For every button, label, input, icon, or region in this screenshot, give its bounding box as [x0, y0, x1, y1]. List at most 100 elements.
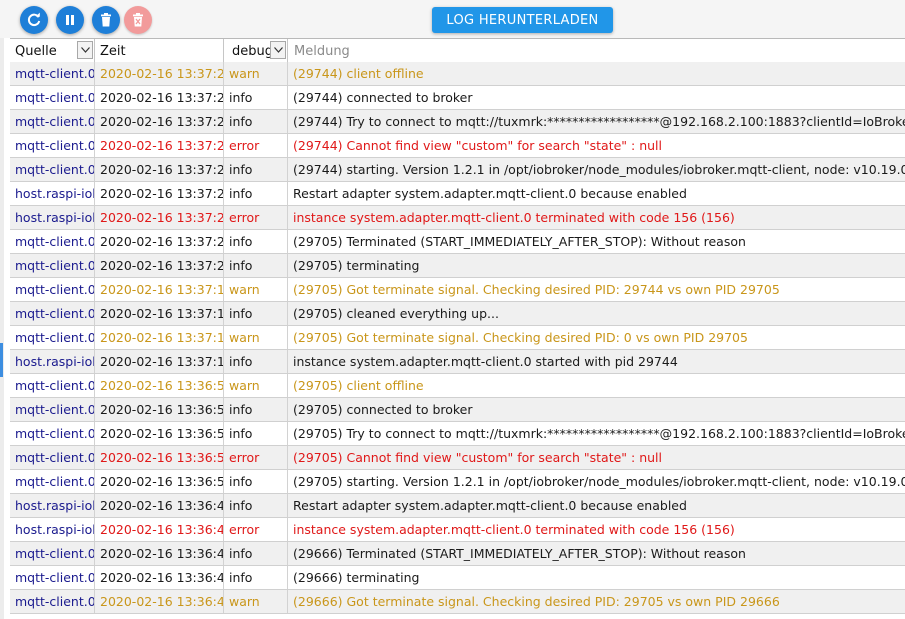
download-log-button[interactable]: LOG HERUNTERLADEN [432, 7, 613, 33]
log-toolbar: LOG HERUNTERLADEN [0, 0, 905, 38]
log-time-cell: 2020-02-16 13:37:20.0 [95, 254, 224, 277]
log-severity-cell: warn [224, 326, 288, 349]
log-message-cell: (29705) starting. Version 1.2.1 in /opt/… [293, 474, 905, 489]
log-row[interactable]: mqtt-client.02020-02-16 13:36:49.0warn (2… [10, 590, 905, 614]
left-scroll-marker[interactable] [0, 343, 3, 377]
log-row[interactable]: mqtt-client.02020-02-16 13:37:19.8info (2… [10, 302, 905, 326]
log-time-cell: 2020-02-16 13:37:23.5 [95, 62, 224, 85]
log-source-cell: mqtt-client.0 [10, 110, 95, 133]
log-message-cell: (29705) Try to connect to mqtt://tuxmrk:… [293, 426, 905, 441]
table-header: Quelle Zeit debug Meldung [10, 38, 905, 64]
log-time-cell: 2020-02-16 13:36:51.5 [95, 470, 224, 493]
log-source-cell: mqtt-client.0 [10, 398, 95, 421]
log-severity-cell: info [224, 254, 288, 277]
log-row[interactable]: mqtt-client.02020-02-16 13:36:49.2info (2… [10, 566, 905, 590]
log-time-cell: 2020-02-16 13:37:20.0 [95, 230, 224, 253]
message-filter-placeholder: Meldung [294, 43, 350, 59]
log-source-cell: mqtt-client.0 [10, 422, 95, 445]
log-source-cell: mqtt-client.0 [10, 470, 95, 493]
log-message-cell: (29744) connected to broker [293, 90, 473, 105]
time-column-label: Zeit [100, 43, 126, 59]
log-time-cell: 2020-02-16 13:37:19.8 [95, 326, 224, 349]
log-time-cell: 2020-02-16 13:37:22.5 [95, 86, 224, 109]
log-source-cell: host.raspi-iob [10, 182, 95, 205]
log-message-cell: (29744) client offline [293, 66, 424, 81]
pause-button[interactable] [56, 6, 84, 34]
log-row[interactable]: mqtt-client.02020-02-16 13:37:22.5info (2… [10, 86, 905, 110]
log-time-cell: 2020-02-16 13:36:51.8 [95, 398, 224, 421]
log-message-cell: (29705) Cannot find view "custom" for se… [293, 450, 662, 465]
delete-button[interactable] [92, 6, 120, 34]
log-row[interactable]: mqtt-client.02020-02-16 13:37:23.5warn (2… [10, 62, 905, 86]
log-row[interactable]: mqtt-client.02020-02-16 13:37:19.8warn (2… [10, 278, 905, 302]
pause-icon [66, 15, 74, 25]
log-row[interactable]: mqtt-client.02020-02-16 13:36:49.2info (2… [10, 542, 905, 566]
log-time-cell: 2020-02-16 13:36:51.6 [95, 446, 224, 469]
log-time-cell: 2020-02-16 13:36:49.0 [95, 590, 224, 613]
log-source-cell: mqtt-client.0 [10, 374, 95, 397]
log-severity-cell: warn [224, 374, 288, 397]
log-message-cell: Restart adapter system.adapter.mqtt-clie… [293, 498, 687, 513]
log-severity-cell: info [224, 182, 288, 205]
log-row[interactable]: host.raspi-iob2020-02-16 13:36:49.7error… [10, 518, 905, 542]
log-row[interactable]: host.raspi-iob2020-02-16 13:37:19.8infoi… [10, 350, 905, 374]
log-row[interactable]: host.raspi-iob2020-02-16 13:37:20.5error… [10, 206, 905, 230]
log-time-cell: 2020-02-16 13:36:49.7 [95, 494, 224, 517]
log-severity-cell: warn [224, 590, 288, 613]
log-message-cell: (29705) Got terminate signal. Checking d… [293, 282, 780, 297]
log-message-cell: (29705) terminating [293, 258, 420, 273]
log-source-cell: mqtt-client.0 [10, 230, 95, 253]
chevron-down-icon[interactable] [77, 41, 93, 59]
log-row[interactable]: mqtt-client.02020-02-16 13:37:22.3info (2… [10, 158, 905, 182]
log-time-cell: 2020-02-16 13:37:19.8 [95, 278, 224, 301]
log-row[interactable]: mqtt-client.02020-02-16 13:37:22.4info (2… [10, 110, 905, 134]
log-row[interactable]: mqtt-client.02020-02-16 13:36:51.5info (2… [10, 470, 905, 494]
log-severity-cell: info [224, 350, 288, 373]
message-filter-input[interactable]: Meldung [288, 39, 905, 63]
log-message-cell: instance system.adapter.mqtt-client.0 te… [293, 522, 735, 537]
log-row[interactable]: mqtt-client.02020-02-16 13:37:20.0info (2… [10, 254, 905, 278]
log-message-cell: (29705) client offline [293, 378, 424, 393]
log-source-cell: mqtt-client.0 [10, 86, 95, 109]
log-source-cell: mqtt-client.0 [10, 590, 95, 613]
delete-log-button[interactable] [124, 6, 152, 34]
log-source-cell: mqtt-client.0 [10, 326, 95, 349]
log-row[interactable]: mqtt-client.02020-02-16 13:36:52.8warn (2… [10, 374, 905, 398]
log-severity-cell: info [224, 302, 288, 325]
log-severity-cell: info [224, 494, 288, 517]
trash-icon [101, 13, 111, 27]
log-source-cell: mqtt-client.0 [10, 542, 95, 565]
log-source-cell: mqtt-client.0 [10, 62, 95, 85]
log-time-cell: 2020-02-16 13:36:49.2 [95, 542, 224, 565]
log-row[interactable]: host.raspi-iob2020-02-16 13:36:49.7info R… [10, 494, 905, 518]
log-row[interactable]: mqtt-client.02020-02-16 13:36:51.6error (… [10, 446, 905, 470]
log-source-cell: mqtt-client.0 [10, 302, 95, 325]
log-row[interactable]: mqtt-client.02020-02-16 13:37:22.4error (… [10, 134, 905, 158]
log-message-cell: (29705) cleaned everything up... [293, 306, 499, 321]
log-severity-cell: info [224, 542, 288, 565]
log-source-cell: mqtt-client.0 [10, 254, 95, 277]
log-source-cell: host.raspi-iob [10, 206, 95, 229]
log-message-cell: Restart adapter system.adapter.mqtt-clie… [293, 186, 687, 201]
log-source-cell: host.raspi-iob [10, 518, 95, 541]
log-severity-cell: error [224, 206, 288, 229]
source-filter-select[interactable]: Quelle [10, 39, 95, 63]
refresh-button[interactable] [20, 6, 48, 34]
log-message-cell: instance system.adapter.mqtt-client.0 st… [293, 354, 678, 369]
log-time-cell: 2020-02-16 13:36:49.2 [95, 566, 224, 589]
log-row[interactable]: mqtt-client.02020-02-16 13:36:51.6info (2… [10, 422, 905, 446]
log-source-cell: mqtt-client.0 [10, 158, 95, 181]
log-severity-cell: error [224, 446, 288, 469]
chevron-down-icon[interactable] [270, 41, 286, 59]
left-edge-stripe [0, 0, 4, 619]
log-severity-cell: info [224, 158, 288, 181]
log-source-cell: host.raspi-iob [10, 350, 95, 373]
severity-column-label: debug [232, 43, 273, 59]
log-row[interactable]: mqtt-client.02020-02-16 13:37:20.0info (2… [10, 230, 905, 254]
log-message-cell: (29705) Got terminate signal. Checking d… [293, 330, 748, 345]
log-row[interactable]: host.raspi-iob2020-02-16 13:37:20.5info R… [10, 182, 905, 206]
log-row[interactable]: mqtt-client.02020-02-16 13:36:51.8info (2… [10, 398, 905, 422]
log-row[interactable]: mqtt-client.02020-02-16 13:37:19.8warn (2… [10, 326, 905, 350]
severity-filter-select[interactable]: debug [224, 39, 288, 63]
log-time-cell: 2020-02-16 13:37:22.3 [95, 158, 224, 181]
